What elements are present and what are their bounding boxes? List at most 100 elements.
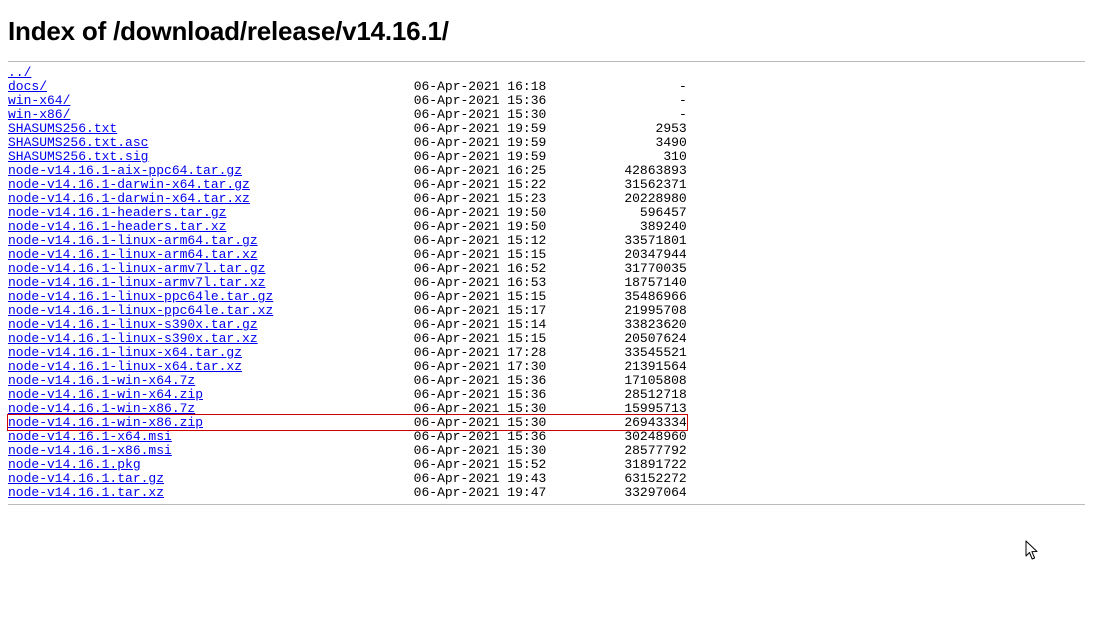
row-spacer [164,471,414,486]
row-spacer [265,261,413,276]
file-link[interactable]: node-v14.16.1-win-x86.7z [8,401,195,416]
file-date: 06-Apr-2021 15:36 [414,387,562,402]
file-link[interactable]: node-v14.16.1-darwin-x64.tar.gz [8,177,250,192]
row-spacer [258,331,414,346]
file-link[interactable]: node-v14.16.1-linux-s390x.tar.gz [8,317,258,332]
file-date: 06-Apr-2021 19:59 [414,149,562,164]
file-size: - [562,107,687,122]
file-size: 20507624 [562,331,687,346]
file-link[interactable]: node-v14.16.1-linux-arm64.tar.xz [8,247,258,262]
divider-bottom [8,504,1085,505]
file-link[interactable]: node-v14.16.1-headers.tar.gz [8,205,226,220]
file-link[interactable]: node-v14.16.1-linux-x64.tar.xz [8,359,242,374]
row-spacer [250,191,414,206]
file-size: 42863893 [562,163,687,178]
file-date: 06-Apr-2021 19:50 [414,205,562,220]
row-spacer [203,415,414,430]
file-date: 06-Apr-2021 15:23 [414,191,562,206]
parent-dir-link[interactable]: ../ [8,65,31,80]
cursor-icon [1025,540,1041,562]
file-link[interactable]: node-v14.16.1-x64.msi [8,429,172,444]
file-link[interactable]: node-v14.16.1.pkg [8,457,141,472]
row-spacer [226,219,413,234]
file-link[interactable]: node-v14.16.1-aix-ppc64.tar.gz [8,163,242,178]
file-date: 06-Apr-2021 15:30 [414,401,562,416]
file-date: 06-Apr-2021 15:15 [414,331,562,346]
row-spacer [258,317,414,332]
file-size: 33545521 [562,345,687,360]
file-link[interactable]: node-v14.16.1-win-x64.zip [8,387,203,402]
row-spacer [273,289,413,304]
row-spacer [226,205,413,220]
file-size: 596457 [562,205,687,220]
file-link[interactable]: node-v14.16.1-linux-x64.tar.gz [8,345,242,360]
file-link[interactable]: SHASUMS256.txt.sig [8,149,148,164]
file-link[interactable]: SHASUMS256.txt.asc [8,135,148,150]
row-spacer [70,93,413,108]
file-size: 31891722 [562,457,687,472]
file-date: 06-Apr-2021 15:22 [414,177,562,192]
file-size: 28512718 [562,387,687,402]
file-size: 31770035 [562,261,687,276]
file-date: 06-Apr-2021 15:52 [414,457,562,472]
file-date: 06-Apr-2021 15:30 [414,107,562,122]
file-size: - [562,93,687,108]
file-link[interactable]: node-v14.16.1-linux-ppc64le.tar.xz [8,303,273,318]
file-date: 06-Apr-2021 15:36 [414,429,562,444]
file-link[interactable]: node-v14.16.1-linux-armv7l.tar.xz [8,275,265,290]
file-size: 28577792 [562,443,687,458]
file-size: 17105808 [562,373,687,388]
file-date: 06-Apr-2021 19:43 [414,471,562,486]
file-link[interactable]: node-v14.16.1-win-x64.7z [8,373,195,388]
file-date: 06-Apr-2021 15:36 [414,93,562,108]
row-spacer [242,359,414,374]
row-spacer [195,373,413,388]
row-spacer [203,387,414,402]
row-spacer [164,485,414,500]
row-spacer [148,149,413,164]
file-date: 06-Apr-2021 15:30 [414,443,562,458]
file-link[interactable]: node-v14.16.1-linux-ppc64le.tar.gz [8,289,273,304]
file-link[interactable]: node-v14.16.1-linux-armv7l.tar.gz [8,261,265,276]
file-link[interactable]: win-x64/ [8,93,70,108]
file-date: 06-Apr-2021 15:15 [414,289,562,304]
row-spacer [172,443,414,458]
file-size: 33571801 [562,233,687,248]
page-title: Index of /download/release/v14.16.1/ [8,16,1085,47]
file-size: 18757140 [562,275,687,290]
row-spacer [195,401,413,416]
file-date: 06-Apr-2021 15:12 [414,233,562,248]
file-date: 06-Apr-2021 19:50 [414,219,562,234]
file-size: 33297064 [562,485,687,500]
file-link[interactable]: node-v14.16.1.tar.xz [8,485,164,500]
file-link[interactable]: node-v14.16.1-linux-arm64.tar.gz [8,233,258,248]
file-link[interactable]: node-v14.16.1-headers.tar.xz [8,219,226,234]
divider-top [8,61,1085,62]
file-size: 3490 [562,135,687,150]
file-date: 06-Apr-2021 19:59 [414,121,562,136]
file-size: 31562371 [562,177,687,192]
file-size: 15995713 [562,401,687,416]
file-size: 310 [562,149,687,164]
file-link[interactable]: node-v14.16.1-darwin-x64.tar.xz [8,191,250,206]
file-date: 06-Apr-2021 17:28 [414,345,562,360]
file-link[interactable]: node-v14.16.1.tar.gz [8,471,164,486]
file-link[interactable]: docs/ [8,79,47,94]
row-spacer [273,303,413,318]
row-spacer [117,121,413,136]
file-link[interactable]: node-v14.16.1-win-x86.zip [8,415,203,430]
file-date: 06-Apr-2021 16:53 [414,275,562,290]
file-link[interactable]: win-x86/ [8,107,70,122]
row-spacer [258,247,414,262]
file-date: 06-Apr-2021 19:59 [414,135,562,150]
file-link[interactable]: node-v14.16.1-x86.msi [8,443,172,458]
file-listing: ../ docs/ 06-Apr-2021 16:18 - win-x64/ 0… [8,66,1085,500]
file-size: 21995708 [562,303,687,318]
file-link[interactable]: node-v14.16.1-linux-s390x.tar.xz [8,331,258,346]
row-spacer [148,135,413,150]
file-link[interactable]: SHASUMS256.txt [8,121,117,136]
file-date: 06-Apr-2021 15:17 [414,303,562,318]
file-date: 06-Apr-2021 16:25 [414,163,562,178]
row-spacer [265,275,413,290]
file-size: 21391564 [562,359,687,374]
